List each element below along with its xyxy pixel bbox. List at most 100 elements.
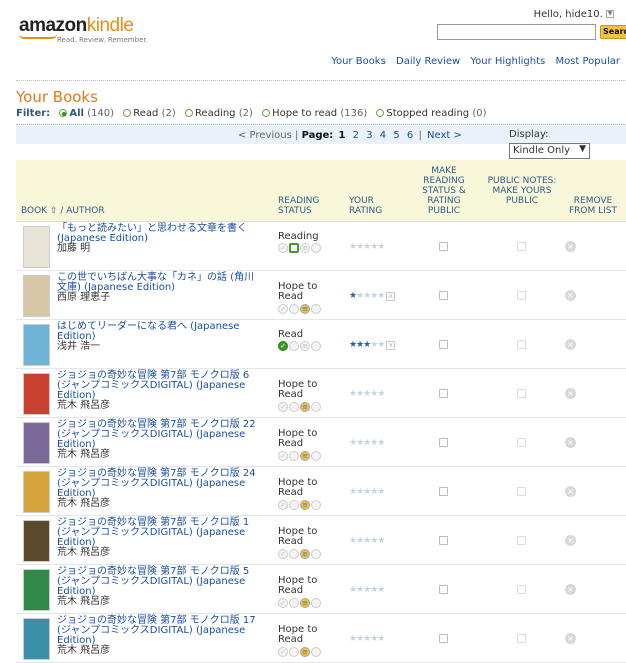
public-notes-checkbox[interactable] [517,585,526,594]
read-status-icon[interactable]: ✓ [278,243,288,253]
star-icon[interactable]: ★ [377,536,385,546]
display-select[interactable]: Kindle Only ▼ [509,143,590,159]
hope-to-read-icon[interactable]: ≡ [300,647,310,657]
reading-status-icon[interactable] [289,341,299,351]
hope-to-read-icon[interactable]: ≡ [300,598,310,608]
public-notes-checkbox[interactable] [517,438,526,447]
book-title-link[interactable]: ジョジョの奇妙な冒険 第7部 モノクロ版 22 (ジャンプコミックスDIGITA… [57,419,256,450]
remove-icon[interactable]: × [565,290,576,301]
rating-stars[interactable]: ★ ★ ★ ★ ★ [349,242,401,252]
remove-icon[interactable]: × [565,535,576,546]
book-cover[interactable] [23,324,50,366]
search-button[interactable]: Search [600,25,626,39]
page-link-5[interactable]: 5 [393,130,399,141]
rating-stars[interactable]: ★ ★ ★ ★ ★ x [349,291,401,301]
rating-stars[interactable]: ★ ★ ★ ★ ★ x [349,340,401,350]
clear-rating-icon[interactable]: x [386,291,396,301]
radio-icon[interactable] [59,109,68,117]
book-title-link[interactable]: ジョジョの奇妙な冒険 第7部 モノクロ版 1 (ジャンプコミックスDIGITAL… [57,517,249,548]
book-title-link[interactable]: ジョジョの奇妙な冒険 第7部 モノクロ版 6 (ジャンプコミックスDIGITAL… [57,370,249,401]
stopped-reading-icon[interactable] [311,549,321,559]
hope-to-read-icon[interactable]: ≡ [300,500,310,510]
remove-icon[interactable]: × [565,339,576,350]
chevron-down-icon[interactable]: ▼ [606,10,614,18]
read-status-icon[interactable]: ✓ [278,402,288,412]
star-icon[interactable]: ★ [377,585,385,595]
hope-to-read-icon[interactable]: ≡ [300,451,310,461]
public-status-checkbox[interactable] [439,242,448,251]
page-link-6[interactable]: 6 [407,130,413,141]
remove-icon[interactable]: × [565,388,576,399]
rating-stars[interactable]: ★ ★ ★ ★ ★ [349,487,401,497]
book-title-link[interactable]: この世でいちばん大事な「カネ」の話 (角川文庫) (Japanese Editi… [57,272,254,293]
reading-status-icon[interactable] [289,304,299,314]
public-notes-checkbox[interactable] [517,291,526,300]
rating-stars[interactable]: ★ ★ ★ ★ ★ [349,536,401,546]
filter-read[interactable]: Read (2) [123,108,176,119]
reading-status-icon[interactable] [289,500,299,510]
stopped-reading-icon[interactable] [311,402,321,412]
public-status-checkbox[interactable] [439,487,448,496]
read-status-icon[interactable]: ✓ [278,647,288,657]
star-icon[interactable]: ★ [377,438,385,448]
rating-stars[interactable]: ★ ★ ★ ★ ★ [349,634,401,644]
rating-stars[interactable]: ★ ★ ★ ★ ★ [349,389,401,399]
radio-icon[interactable] [123,109,132,117]
public-status-checkbox[interactable] [439,536,448,545]
book-cover[interactable] [23,373,50,415]
remove-icon[interactable]: × [565,633,576,644]
rating-stars[interactable]: ★ ★ ★ ★ ★ [349,585,401,595]
nav-daily-review[interactable]: Daily Review [396,56,460,67]
radio-icon[interactable] [376,109,385,117]
public-notes-checkbox[interactable] [517,242,526,251]
book-cover[interactable] [23,520,50,562]
read-status-icon[interactable]: ✓ [278,341,288,351]
page-link-3[interactable]: 3 [366,130,372,141]
filter-hope[interactable]: Hope to read (136) [262,108,367,119]
nav-most-popular[interactable]: Most Popular [555,56,620,67]
read-status-icon[interactable]: ✓ [278,304,288,314]
public-notes-checkbox[interactable] [517,389,526,398]
hope-to-read-icon[interactable]: ≡ [300,243,310,253]
reading-status-icon[interactable] [289,647,299,657]
nav-your-highlights[interactable]: Your Highlights [470,56,545,67]
public-status-checkbox[interactable] [439,291,448,300]
book-title-link[interactable]: 「もっと読みたい」と思わせる文章を書く (Japanese Edition) [57,223,247,244]
public-status-checkbox[interactable] [439,389,448,398]
public-status-checkbox[interactable] [439,438,448,447]
stopped-reading-icon[interactable] [311,341,321,351]
remove-icon[interactable]: × [565,486,576,497]
reading-status-icon[interactable] [289,451,299,461]
read-status-icon[interactable]: ✓ [278,500,288,510]
remove-icon[interactable]: × [565,241,576,252]
public-status-checkbox[interactable] [439,340,448,349]
remove-icon[interactable]: × [565,437,576,448]
book-cover[interactable] [23,618,50,660]
hope-to-read-icon[interactable]: ≡ [300,341,310,351]
stopped-reading-icon[interactable] [311,500,321,510]
clear-rating-icon[interactable]: x [386,340,396,350]
stopped-reading-icon[interactable] [311,647,321,657]
public-notes-checkbox[interactable] [517,487,526,496]
public-notes-checkbox[interactable] [517,536,526,545]
col-status[interactable]: READING STATUS [278,196,328,216]
hope-to-read-icon[interactable]: ≡ [300,402,310,412]
radio-icon[interactable] [184,109,193,117]
public-status-checkbox[interactable] [439,585,448,594]
filter-all[interactable]: All (140) [59,108,114,119]
public-status-checkbox[interactable] [439,634,448,643]
book-cover[interactable] [23,226,50,268]
book-title-link[interactable]: ジョジョの奇妙な冒険 第7部 モノクロ版 24 (ジャンプコミックスDIGITA… [57,468,256,499]
reading-status-icon[interactable] [289,598,299,608]
read-status-icon[interactable]: ✓ [278,598,288,608]
filter-reading[interactable]: Reading (2) [184,108,253,119]
next-link[interactable]: Next > [427,130,462,141]
nav-your-books[interactable]: Your Books [331,56,386,67]
book-title-link[interactable]: ジョジョの奇妙な冒険 第7部 モノクロ版 5 (ジャンプコミックスDIGITAL… [57,566,249,597]
book-cover[interactable] [23,422,50,464]
col-rating[interactable]: YOUR RATING [349,196,389,216]
prev-link[interactable]: < Previous | [238,130,298,141]
rating-stars[interactable]: ★ ★ ★ ★ ★ [349,438,401,448]
book-cover[interactable] [23,275,50,317]
reading-status-icon[interactable] [289,549,299,559]
